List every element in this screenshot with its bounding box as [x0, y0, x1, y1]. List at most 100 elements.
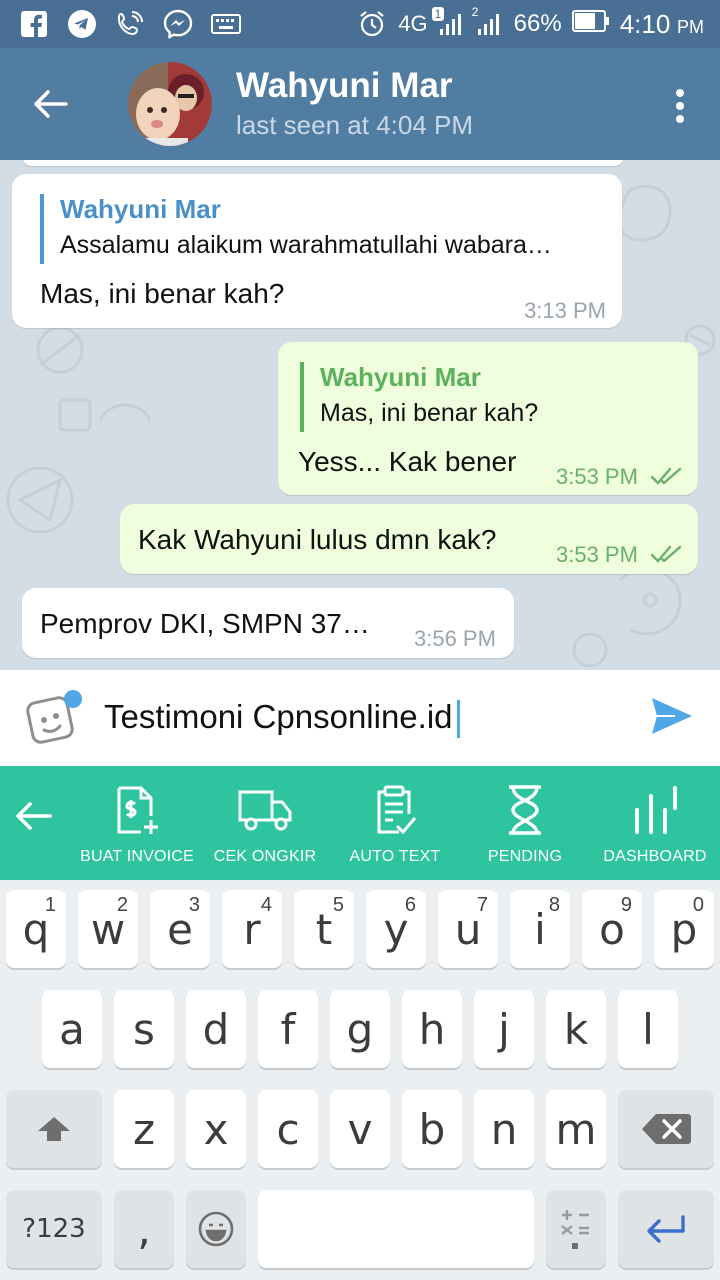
key-p[interactable]: p0: [654, 890, 714, 968]
message-bubble-partial[interactable]: [22, 160, 624, 166]
backspace-key[interactable]: [618, 1090, 714, 1168]
key-m[interactable]: m: [546, 1090, 606, 1168]
toolbar-cek-ongkir[interactable]: CEK ONGKIR: [200, 784, 330, 880]
message-time: 3:56 PM: [414, 626, 496, 651]
key-hint: 8: [548, 894, 560, 916]
key-label: x: [203, 1104, 229, 1154]
math-symbols-key[interactable]: [546, 1190, 606, 1268]
sticker-button[interactable]: [26, 690, 82, 746]
key-hint: 1: [44, 894, 56, 916]
key-g[interactable]: g: [330, 990, 390, 1068]
key-label: t: [315, 904, 333, 954]
toolbar-label: BUAT INVOICE: [80, 848, 194, 865]
back-button[interactable]: [20, 76, 80, 132]
toolbar-dashboard[interactable]: DASHBOARD: [590, 784, 720, 880]
network-type: 4G: [398, 11, 428, 36]
key-v[interactable]: v: [330, 1090, 390, 1168]
key-q[interactable]: q1: [6, 890, 66, 968]
key-label: h: [418, 1004, 446, 1054]
key-b[interactable]: b: [402, 1090, 462, 1168]
key-label: f: [280, 1004, 296, 1054]
key-e[interactable]: e3: [150, 890, 210, 968]
key-y[interactable]: y6: [366, 890, 426, 968]
backspace-icon: [642, 1114, 691, 1144]
arrow-left-icon: [16, 802, 52, 830]
toolbar-pending[interactable]: PENDING: [460, 784, 590, 880]
space-key[interactable]: [258, 1190, 534, 1268]
text-cursor: [456, 700, 460, 739]
clipboard-check-icon: [377, 785, 417, 835]
key-u[interactable]: u7: [438, 890, 498, 968]
toolbar-label: DASHBOARD: [603, 848, 707, 865]
toolbar-back-button[interactable]: [14, 798, 58, 842]
chat-area[interactable]: Wahyuni Mar Assalamu alaikum warahmatull…: [0, 160, 720, 670]
key-i[interactable]: i8: [510, 890, 570, 968]
key-t[interactable]: t5: [294, 890, 354, 968]
send-button[interactable]: [650, 696, 694, 740]
alarm-icon: [356, 8, 388, 40]
status-bar: 4G 1 2 66% 4:10 PM: [0, 0, 720, 48]
key-l[interactable]: l: [618, 990, 678, 1068]
key-n[interactable]: n: [474, 1090, 534, 1168]
key-label: n: [490, 1104, 518, 1154]
reply-quote[interactable]: Wahyuni Mar Mas, ini benar kah?: [300, 362, 538, 432]
key-c[interactable]: c: [258, 1090, 318, 1168]
message-bubble-incoming[interactable]: Wahyuni Mar Assalamu alaikum warahmatull…: [12, 174, 622, 328]
key-hint: 9: [620, 894, 632, 916]
key-label: s: [133, 1004, 155, 1054]
sim1-badge: 1: [431, 7, 445, 21]
sim2-badge: 2: [471, 5, 479, 19]
messenger-icon: [162, 8, 194, 40]
message-text: Pemprov DKI, SMPN 37…: [40, 608, 370, 639]
key-x[interactable]: x: [186, 1090, 246, 1168]
key-o[interactable]: o9: [582, 890, 642, 968]
message-text: Yess... Kak bener: [298, 446, 517, 477]
toolbar-auto-text[interactable]: AUTO TEXT: [330, 784, 460, 880]
key-a[interactable]: a: [42, 990, 102, 1068]
enter-key[interactable]: [618, 1190, 714, 1268]
more-options-button[interactable]: [660, 78, 700, 134]
key-label: d: [202, 1004, 230, 1054]
key-label: b: [418, 1104, 446, 1154]
reply-author: Wahyuni Mar: [60, 194, 221, 224]
clock: 4:10 PM: [620, 9, 704, 40]
key-d[interactable]: d: [186, 990, 246, 1068]
key-w[interactable]: w2: [78, 890, 138, 968]
key-f[interactable]: f: [258, 990, 318, 1068]
contact-name[interactable]: Wahyuni Mar: [236, 66, 453, 106]
message-bubble-outgoing[interactable]: Wahyuni Mar Mas, ini benar kah? Yess... …: [278, 342, 698, 495]
facebook-icon: [18, 8, 50, 40]
toolbar-buat-invoice[interactable]: BUAT INVOICE: [72, 784, 202, 880]
key-hint: 5: [332, 894, 344, 916]
comma-key[interactable]: ,: [114, 1190, 174, 1268]
key-r[interactable]: r4: [222, 890, 282, 968]
emoji-key[interactable]: [186, 1190, 246, 1268]
message-bubble-outgoing[interactable]: Kak Wahyuni lulus dmn kak? 3:53 PM: [120, 504, 698, 574]
message-input-value: Testimoni Cpnsonline.id: [104, 698, 453, 735]
message-input[interactable]: Testimoni Cpnsonline.id: [104, 698, 460, 739]
key-z[interactable]: z: [114, 1090, 174, 1168]
key-label: ?123: [22, 1214, 86, 1244]
key-label: k: [563, 1004, 589, 1054]
key-h[interactable]: h: [402, 990, 462, 1068]
key-hint: 0: [692, 894, 704, 916]
message-bubble-incoming[interactable]: Pemprov DKI, SMPN 37… 3:56 PM: [22, 588, 514, 658]
reply-text: Mas, ini benar kah?: [320, 399, 539, 427]
keyboard-toolbar: BUAT INVOICE CEK ONGKIR AUTO TEXT PENDIN…: [0, 766, 720, 880]
soft-keyboard: q1 w2 e3 r4 t5 y6 u7 i8 o9 p0 a s d f g …: [0, 880, 720, 1280]
key-label: m: [555, 1104, 597, 1154]
reply-author: Wahyuni Mar: [320, 362, 481, 392]
last-seen-status: last seen at 4:04 PM: [236, 110, 474, 140]
key-k[interactable]: k: [546, 990, 606, 1068]
avatar[interactable]: [128, 62, 212, 146]
key-s[interactable]: s: [114, 990, 174, 1068]
shift-key[interactable]: [6, 1090, 102, 1168]
toolbar-label: PENDING: [487, 848, 563, 865]
reply-quote[interactable]: Wahyuni Mar Assalamu alaikum warahmatull…: [40, 194, 552, 264]
key-j[interactable]: j: [474, 990, 534, 1068]
symbols-key[interactable]: ?123: [6, 1190, 102, 1268]
keyboard-icon: [210, 8, 242, 40]
more-vertical-icon: [676, 89, 684, 123]
shift-arrow-icon: [38, 1117, 70, 1141]
key-label: v: [347, 1104, 373, 1154]
